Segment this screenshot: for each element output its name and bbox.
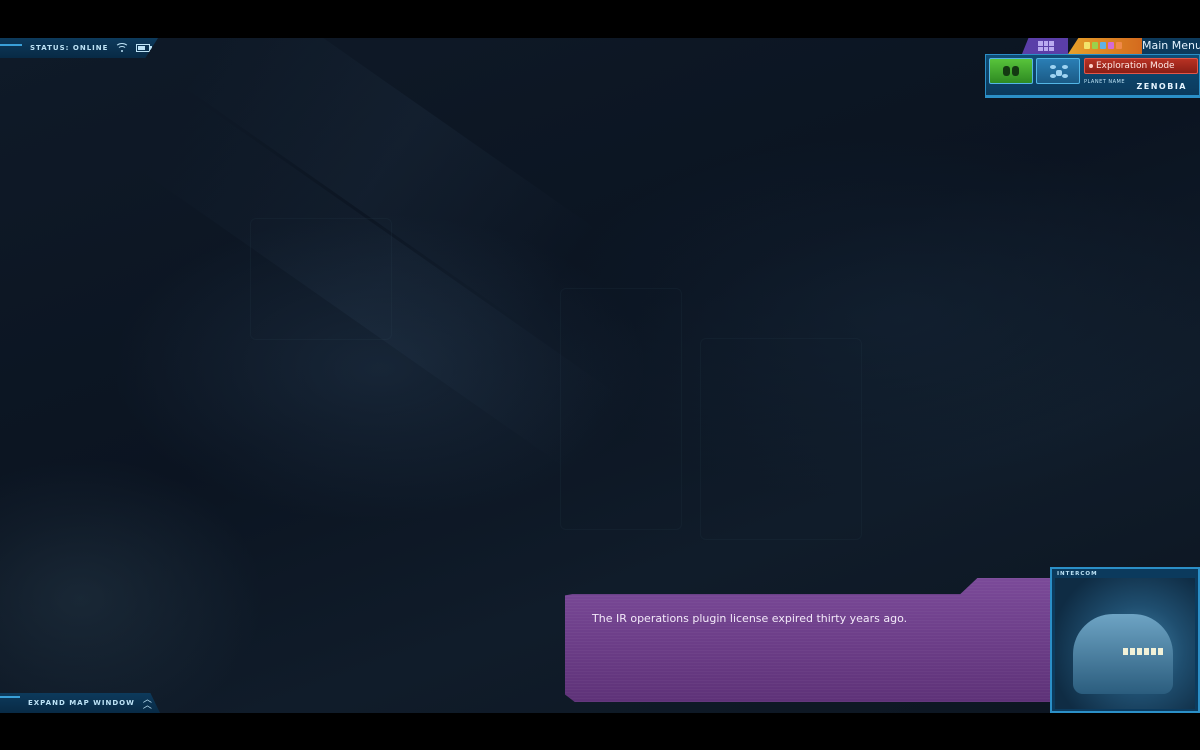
intercom-portrait xyxy=(1055,578,1195,709)
hud-panel: Exploration Mode PLANET NAME ZENOBIA xyxy=(985,54,1200,96)
dialogue-box[interactable] xyxy=(565,578,1053,702)
main-menu-button[interactable]: Main Menu xyxy=(1142,38,1200,54)
dialogue-text: The IR operations plugin license expired… xyxy=(592,612,908,625)
mode-dot-icon xyxy=(1089,64,1093,68)
status-bar: STATUS: ONLINE xyxy=(0,38,158,58)
mode-label: Exploration Mode xyxy=(1096,61,1175,71)
expand-map-button[interactable]: EXPAND MAP WINDOW ︿ ︿ xyxy=(0,693,160,713)
hud-divider xyxy=(985,96,1200,98)
binoculars-icon xyxy=(1003,66,1019,76)
exploration-mode-badge[interactable]: Exploration Mode xyxy=(1084,58,1198,74)
robot-lights xyxy=(1123,648,1163,655)
wifi-icon xyxy=(115,43,130,53)
top-menu-bar: Main Menu xyxy=(1022,38,1200,54)
planet-name: ZENOBIA xyxy=(1136,82,1187,91)
drone-button[interactable] xyxy=(1036,58,1080,84)
tab-grid[interactable] xyxy=(1022,38,1068,54)
expand-map-label: EXPAND MAP WINDOW xyxy=(28,699,135,707)
intercom-label: INTERCOM xyxy=(1057,571,1098,577)
grid-icon xyxy=(1038,41,1054,51)
status-text: STATUS: ONLINE xyxy=(30,44,109,52)
battery-icon xyxy=(136,44,153,52)
scan-button[interactable] xyxy=(989,58,1033,84)
planet-label: PLANET NAME xyxy=(1084,79,1126,85)
drone-icon xyxy=(1050,65,1068,78)
tab-inventory[interactable] xyxy=(1068,38,1142,54)
double-chevron-up-icon: ︿ ︿ xyxy=(142,695,152,711)
intercom-panel: INTERCOM xyxy=(1050,567,1200,713)
colored-dots-icon xyxy=(1084,42,1122,49)
